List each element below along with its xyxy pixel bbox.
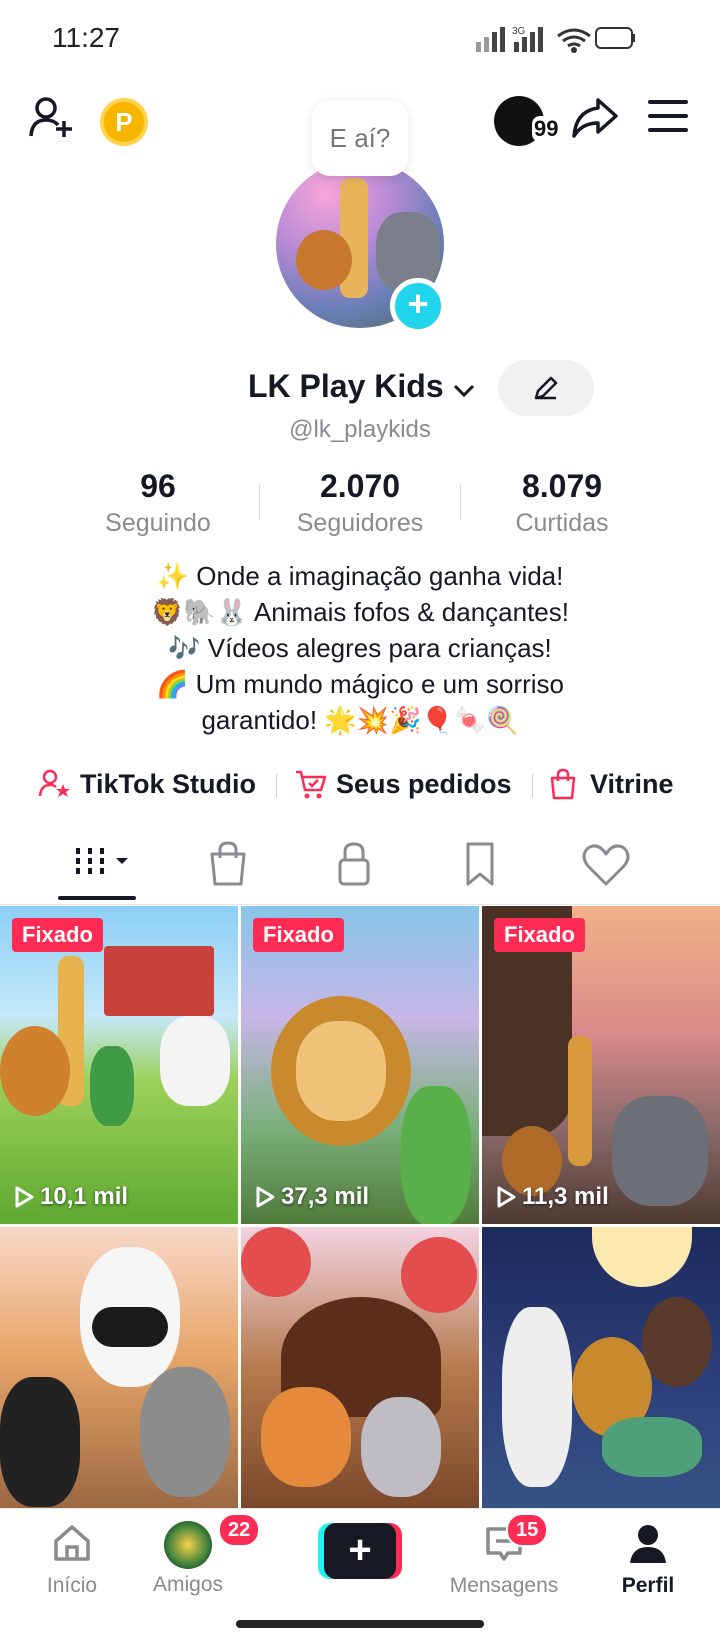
bookmark-icon[interactable] bbox=[440, 834, 520, 894]
link-separator bbox=[532, 774, 533, 798]
video-thumbnail-image bbox=[482, 1227, 720, 1545]
nav-home[interactable]: Início bbox=[12, 1521, 132, 1598]
video-thumbnail-image bbox=[0, 906, 238, 1224]
chevron-down-icon[interactable] bbox=[452, 378, 476, 402]
nav-label: Amigos bbox=[152, 1573, 224, 1596]
stat-value: 96 bbox=[140, 468, 176, 504]
bio-line: 🌈 Um mundo mágico e um sorriso bbox=[155, 669, 565, 699]
showcase-link[interactable]: Vitrine bbox=[548, 764, 674, 804]
nav-label: Início bbox=[46, 1574, 98, 1597]
status-time: 11:27 bbox=[52, 22, 120, 53]
view-count: 10,1 mil bbox=[14, 1182, 128, 1212]
video-thumbnail-image bbox=[241, 906, 479, 1224]
pinned-badge: Fixado bbox=[12, 918, 103, 952]
profile-bio: ✨ Onde a imaginação ganha vida! 🦁🐘🐰 Anim… bbox=[0, 558, 720, 738]
grid-icon[interactable] bbox=[64, 834, 144, 894]
pinned-badge: Fixado bbox=[253, 918, 344, 952]
stat-divider bbox=[460, 484, 461, 520]
friends-avatar-icon bbox=[164, 1521, 212, 1569]
video-thumbnail[interactable]: Fixado 37,3 mil bbox=[241, 906, 479, 1224]
lock-icon[interactable] bbox=[314, 834, 394, 894]
profile-stats: 96 Seguindo 2.070 Seguidores 8.079 Curti… bbox=[0, 468, 720, 538]
play-icon bbox=[15, 1186, 34, 1208]
stat-following[interactable]: 96 Seguindo bbox=[58, 468, 258, 538]
stat-label: Seguidores bbox=[296, 509, 424, 537]
stat-label: Curtidas bbox=[515, 509, 609, 537]
tiktok-studio-link[interactable]: TikTok Studio bbox=[38, 764, 256, 804]
view-count-text: 37,3 mil bbox=[281, 1183, 370, 1210]
shopping-bag-icon bbox=[550, 768, 576, 800]
bio-line: 🦁🐘🐰 Animais fofos & dançantes! bbox=[151, 597, 569, 627]
play-icon bbox=[497, 1186, 516, 1208]
plus-icon: + bbox=[324, 1523, 396, 1579]
view-count: 37,3 mil bbox=[255, 1182, 369, 1212]
home-indicator[interactable] bbox=[236, 1620, 484, 1628]
play-icon bbox=[256, 1186, 275, 1208]
story-count: 99 bbox=[532, 116, 561, 142]
person-plus-icon[interactable] bbox=[28, 94, 74, 140]
video-thumbnail[interactable] bbox=[482, 1227, 720, 1545]
video-thumbnail[interactable] bbox=[0, 1227, 238, 1545]
display-name[interactable]: LK Play Kids bbox=[248, 368, 444, 405]
signal-wifi-battery-icon: 3G bbox=[476, 26, 635, 53]
view-count: 11,3 mil bbox=[496, 1182, 609, 1212]
share-arrow-icon[interactable] bbox=[570, 94, 620, 140]
video-thumbnail-image bbox=[482, 906, 720, 1224]
bio-line: garantido! 🌟💥🎉🎈🍬🍭 bbox=[201, 705, 519, 735]
pencil-icon bbox=[534, 376, 558, 400]
user-handle: @lk_playkids bbox=[289, 416, 431, 443]
bio-line: 🎶 Vídeos alegres para crianças! bbox=[168, 633, 552, 663]
stat-followers[interactable]: 2.070 Seguidores bbox=[260, 468, 460, 538]
add-avatar-plus-icon[interactable]: + bbox=[390, 278, 446, 334]
nav-profile[interactable]: Perfil bbox=[588, 1521, 708, 1598]
stat-value: 2.070 bbox=[319, 468, 401, 504]
bio-line: ✨ Onde a imaginação ganha vida! bbox=[156, 561, 564, 591]
pinned-badge: Fixado bbox=[494, 918, 585, 952]
tabs-divider bbox=[0, 904, 720, 905]
video-thumbnail-image bbox=[241, 1227, 479, 1545]
create-button[interactable]: + bbox=[318, 1523, 402, 1579]
video-thumbnail[interactable]: Fixado 10,1 mil bbox=[0, 906, 238, 1224]
status-bubble[interactable]: E aí? bbox=[312, 100, 408, 176]
friends-badge: 22 bbox=[218, 1513, 261, 1547]
shopping-bag-icon[interactable] bbox=[188, 834, 268, 894]
hamburger-menu-icon[interactable] bbox=[648, 98, 688, 134]
status-bar: 11:27 3G bbox=[0, 0, 720, 80]
messages-badge: 15 bbox=[506, 1513, 549, 1547]
heart-icon[interactable] bbox=[566, 834, 646, 894]
orders-link[interactable]: Seus pedidos bbox=[294, 764, 512, 804]
edit-profile-button[interactable] bbox=[498, 360, 594, 416]
video-thumbnail[interactable] bbox=[241, 1227, 479, 1545]
network-type: 3G bbox=[512, 26, 526, 37]
cart-icon bbox=[296, 770, 327, 799]
stat-label: Seguindo bbox=[105, 509, 211, 537]
stat-value: 8.079 bbox=[521, 468, 603, 504]
home-icon bbox=[54, 1525, 90, 1561]
link-separator bbox=[276, 774, 277, 798]
view-count-text: 10,1 mil bbox=[40, 1183, 129, 1210]
video-thumbnail-image bbox=[0, 1227, 238, 1545]
view-count-text: 11,3 mil bbox=[522, 1183, 609, 1210]
stat-likes[interactable]: 8.079 Curtidas bbox=[462, 468, 662, 538]
person-star-icon bbox=[38, 769, 70, 797]
nav-label: Mensagens bbox=[449, 1574, 559, 1597]
active-tab-indicator bbox=[58, 896, 136, 900]
content-tabs bbox=[0, 834, 720, 904]
profile-links-row: TikTok Studio Seus pedidos Vitrine bbox=[0, 764, 720, 808]
nav-label: Perfil bbox=[621, 1574, 675, 1597]
profile-icon bbox=[630, 1525, 666, 1563]
points-badge[interactable]: P bbox=[100, 98, 148, 146]
video-thumbnail[interactable]: Fixado 11,3 mil bbox=[482, 906, 720, 1224]
